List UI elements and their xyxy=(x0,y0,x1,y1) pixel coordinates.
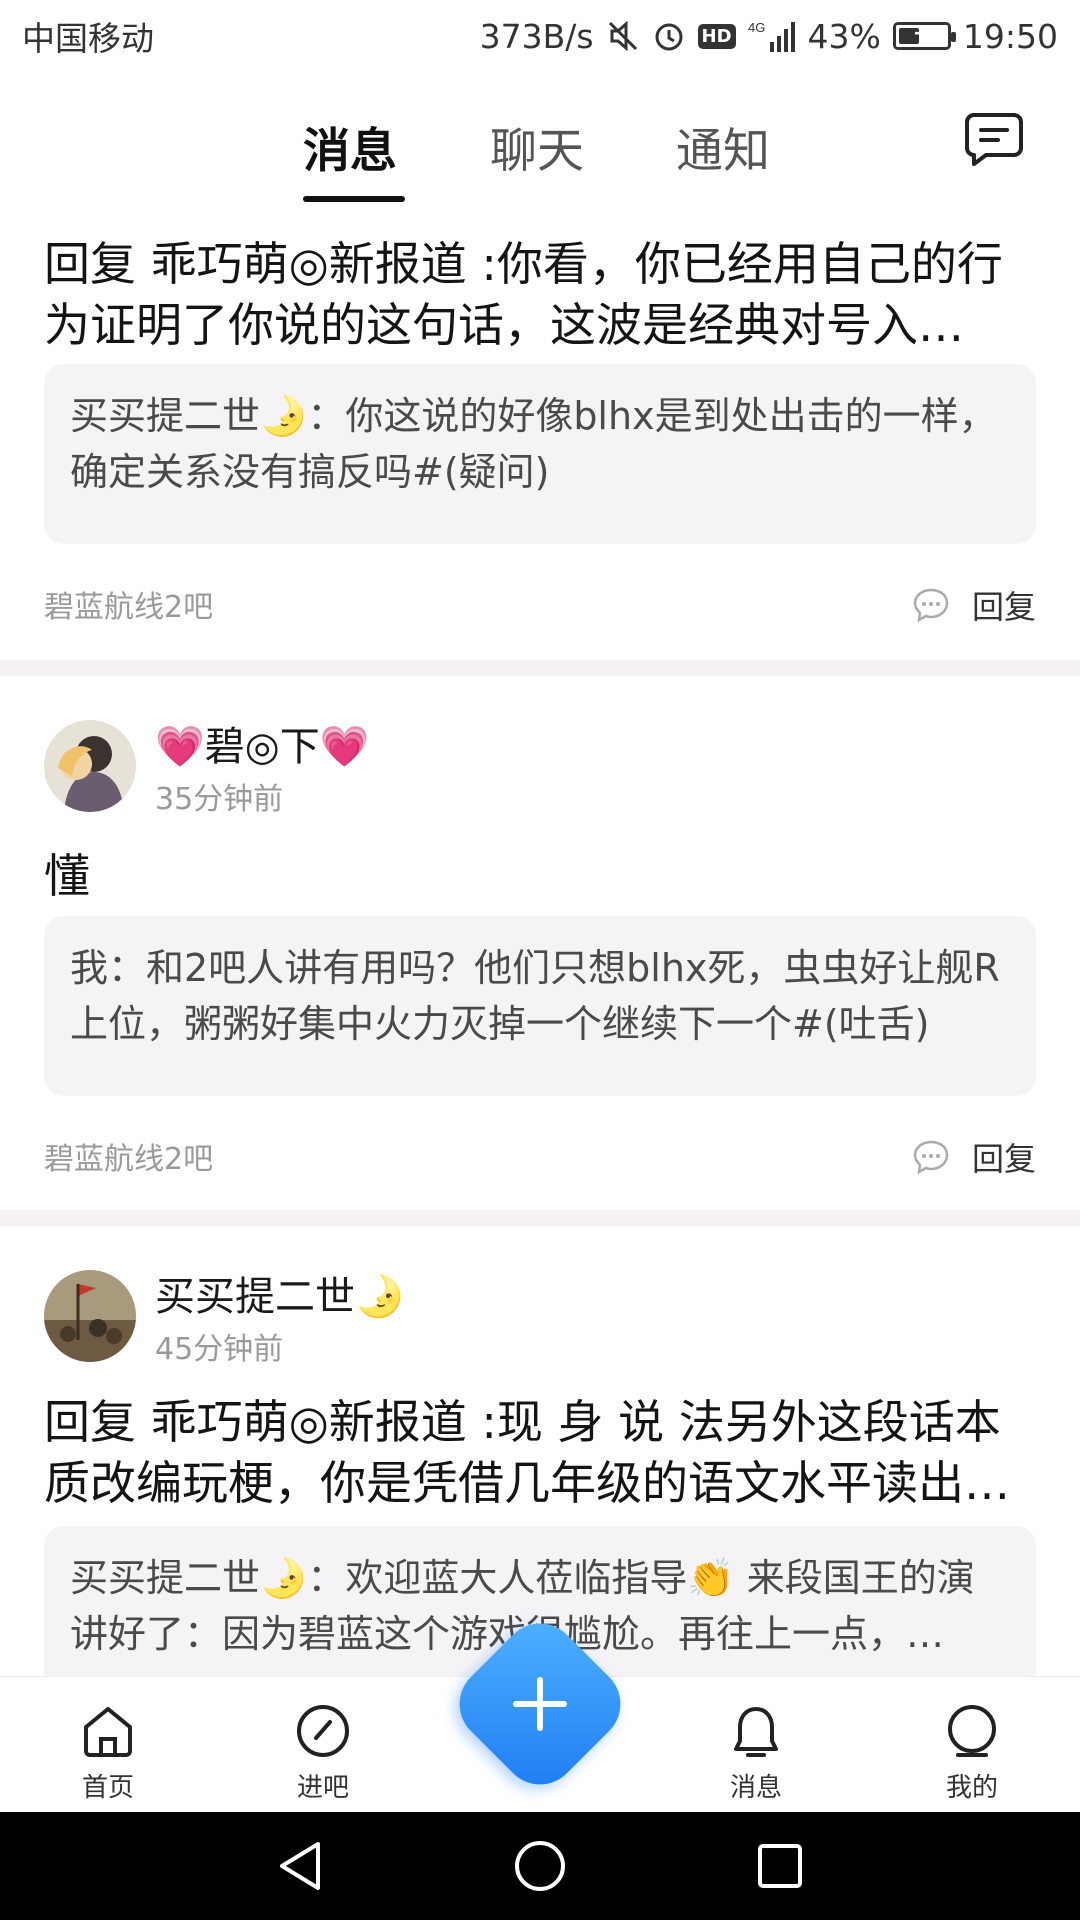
reply-button[interactable]: 回复 xyxy=(912,582,1036,628)
recents-icon[interactable] xyxy=(752,1838,808,1894)
battery-icon: + xyxy=(892,21,956,50)
nav-messages[interactable]: 消息 xyxy=(686,1677,826,1813)
forum-name[interactable]: 碧蓝航线2吧 xyxy=(44,582,213,626)
status-bar: 中国移动 373B/s HD 4G 43% + 19:50 xyxy=(0,0,1080,72)
nav-profile[interactable]: 我的 xyxy=(902,1677,1042,1813)
reply-button[interactable]: 回复 xyxy=(912,1134,1036,1180)
quoted-comment[interactable]: 买买提二世🌛：你这说的好像blhx是到处出击的一样，确定关系没有搞反吗#(疑问) xyxy=(44,364,1036,544)
card-divider xyxy=(0,1210,1080,1226)
message-tabs: 消息 聊天 通知 xyxy=(0,90,1080,205)
username[interactable]: 买买提二世🌛 xyxy=(155,1264,405,1322)
forum-name[interactable]: 碧蓝航线2吧 xyxy=(44,1134,213,1178)
profile-icon xyxy=(948,1705,996,1757)
bell-icon xyxy=(734,1707,778,1757)
reply-label: 回复 xyxy=(971,1140,1036,1178)
status-indicators: 373B/s HD 4G 43% + 19:50 xyxy=(480,17,1058,56)
plus-icon[interactable] xyxy=(472,1636,608,1772)
system-nav-bar xyxy=(0,1812,1080,1920)
home-circle-icon[interactable] xyxy=(512,1838,568,1894)
compass-icon xyxy=(297,1705,349,1757)
comment-icon xyxy=(913,588,949,623)
home-icon xyxy=(84,1707,132,1757)
timestamp: 45分钟前 xyxy=(155,1332,284,1367)
reply-title: 回复 乖巧萌◎新报道 :现 身 说 法另外这段话本质改编玩梗，你是凭借几年级的语… xyxy=(44,1395,1010,1510)
message-card[interactable]: 买买提二世🌛 45分钟前 回复 乖巧萌◎新报道 :现 身 说 法另外这段话本质改… xyxy=(0,1226,1080,1676)
back-icon[interactable] xyxy=(272,1838,328,1894)
quoted-comment[interactable]: 我：和2吧人讲有用吗？他们只想blhx死，虫虫好让舰R上位，粥粥好集中火力灭掉一… xyxy=(44,916,1036,1096)
post-text: 懂 xyxy=(44,849,90,903)
mute-icon xyxy=(606,19,640,53)
alarm-icon xyxy=(652,19,686,53)
nav-label: 进吧 xyxy=(296,1773,349,1803)
carrier-label: 中国移动 xyxy=(22,19,154,58)
nav-home[interactable]: 首页 xyxy=(38,1677,178,1813)
reply-title: 回复 乖巧萌◎新报道 :你看，你已经用自己的行为证明了你说的这句话，这波是经典对… xyxy=(44,237,1003,352)
timestamp: 35分钟前 xyxy=(155,782,284,817)
reply-label: 回复 xyxy=(971,588,1036,626)
compose-icon[interactable] xyxy=(964,112,1024,166)
hd-badge: HD xyxy=(697,23,736,49)
battery-percent: 43% xyxy=(807,16,881,56)
message-card[interactable]: 回复 乖巧萌◎新报道 :你看，你已经用自己的行为证明了你说的这句话，这波是经典对… xyxy=(0,220,1080,660)
nav-forums[interactable]: 进吧 xyxy=(253,1677,393,1813)
comment-icon xyxy=(913,1140,949,1175)
message-card[interactable]: 💗碧◎下💗 35分钟前 懂 我：和2吧人讲有用吗？他们只想blhx死，虫虫好让舰… xyxy=(0,676,1080,1210)
username[interactable]: 💗碧◎下💗 xyxy=(155,714,370,772)
tab-messages[interactable]: 消息 xyxy=(303,112,397,181)
net-speed: 373B/s xyxy=(479,16,594,56)
avatar[interactable] xyxy=(44,1270,136,1362)
card-divider xyxy=(0,660,1080,676)
clock: 19:50 xyxy=(962,16,1058,56)
avatar[interactable] xyxy=(44,720,136,812)
nav-label: 首页 xyxy=(81,1773,134,1803)
nav-label: 消息 xyxy=(729,1773,782,1803)
tab-notifications[interactable]: 通知 xyxy=(676,112,770,181)
active-tab-indicator xyxy=(303,196,405,202)
signal-icon: 4G xyxy=(748,18,796,54)
nav-label: 我的 xyxy=(945,1773,998,1803)
svg-text:4G: 4G xyxy=(748,20,765,35)
tab-chat[interactable]: 聊天 xyxy=(490,112,584,181)
